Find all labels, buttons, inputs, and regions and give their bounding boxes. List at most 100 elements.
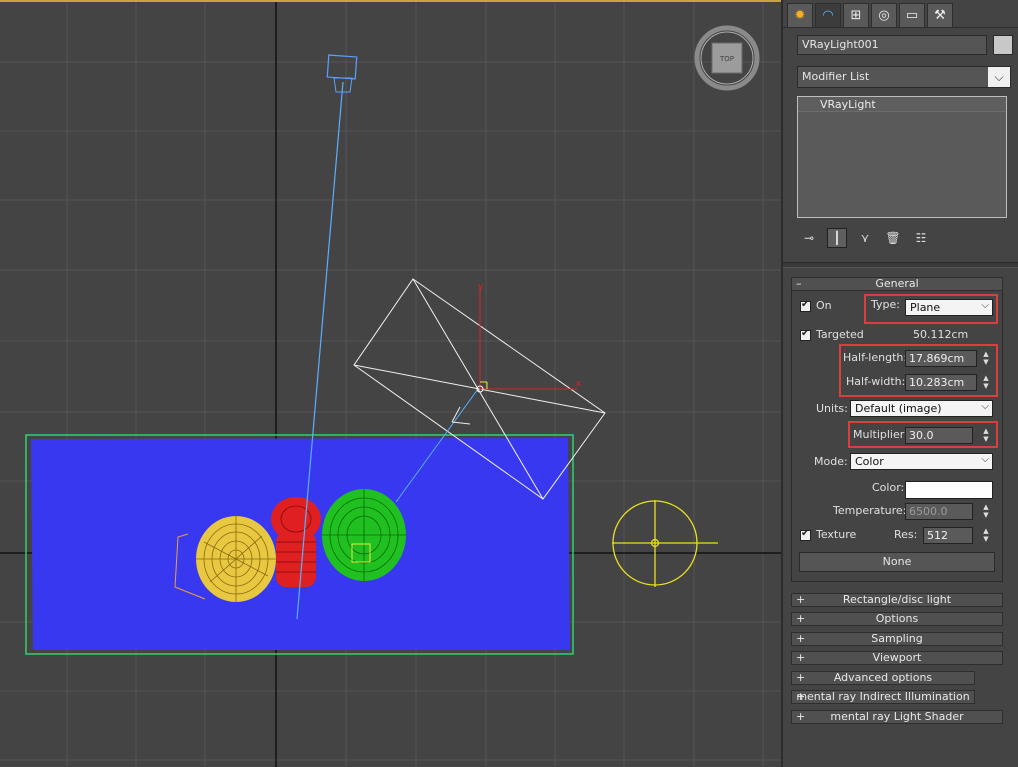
expand-sign: + (796, 671, 806, 684)
half-width-spin-arrows-icon[interactable]: ▲ ▼ (981, 374, 991, 391)
green-object[interactable] (322, 489, 406, 581)
half-width-label: Half-width: (846, 375, 906, 388)
rollout-mental-ray-indirect-illumination[interactable]: + mental ray Indirect Illumination (791, 690, 975, 704)
on-label: On (816, 299, 832, 312)
mode-value: Color (855, 455, 884, 468)
utilities-icon: ⚒ (934, 8, 946, 23)
viewcube[interactable]: TOP (694, 25, 760, 91)
multiplier-spin-arrows-icon[interactable]: ▲ ▼ (981, 427, 991, 444)
rollout-title: Rectangle/disc light (842, 593, 952, 606)
targeted-checkbox[interactable] (800, 328, 811, 341)
type-value: Plane (910, 301, 941, 314)
modifier-stack[interactable]: VRayLight (797, 96, 1007, 218)
rollout-title: Advanced options (833, 671, 933, 684)
light-color-swatch[interactable] (905, 481, 993, 499)
rollout-rectangle-disc-light[interactable]: + Rectangle/disc light (791, 593, 1003, 607)
texture-label: Texture (816, 528, 857, 541)
chevron-down-icon: ⌵ (981, 300, 989, 311)
rollout-title: mental ray Indirect Illumination (796, 690, 970, 703)
expand-sign: + (796, 612, 806, 625)
mode-dropdown[interactable]: Color ⌵ (850, 453, 993, 470)
chevron-down-icon: ⌵ (981, 454, 989, 465)
rollout-advanced-options[interactable]: + Advanced options (791, 671, 975, 685)
texture-map-button[interactable]: None (799, 552, 995, 572)
configure-modifier-sets-icon[interactable]: ☷ (911, 228, 931, 248)
remove-modifier-icon[interactable]: 🗑 (883, 228, 903, 248)
units-value: Default (image) (855, 402, 942, 415)
half-length-label: Half-length: (843, 351, 908, 364)
units-label: Units: (816, 402, 848, 415)
tab-create[interactable]: ✹ (787, 3, 813, 27)
red-object[interactable] (271, 497, 321, 587)
res-spinner[interactable]: 512 (923, 527, 973, 544)
rollout-mental-ray-light-shader[interactable]: + mental ray Light Shader (791, 710, 1003, 724)
tab-hierarchy[interactable]: ⊞ (843, 3, 869, 27)
object-color-swatch[interactable] (993, 35, 1013, 55)
temperature-spinner[interactable]: 6500.0 (905, 503, 973, 520)
units-dropdown[interactable]: Default (image) ⌵ (850, 400, 993, 417)
temperature-spin-arrows-icon[interactable]: ▲ ▼ (981, 503, 991, 520)
expand-sign: + (796, 710, 806, 723)
type-dropdown[interactable]: Plane ⌵ (905, 299, 993, 316)
modifier-list-dropdown[interactable]: Modifier List ⌵ (797, 66, 1011, 88)
targeted-label: Targeted (816, 328, 864, 341)
tab-divider (783, 27, 1018, 28)
expand-sign: + (796, 632, 806, 645)
targeted-distance: 50.112cm (913, 328, 969, 341)
gizmo-x-label: x (576, 379, 582, 389)
make-unique-icon[interactable]: ⋎ (855, 228, 875, 248)
chevron-down-icon: ⌵ (981, 401, 989, 412)
half-length-spin-arrows-icon[interactable]: ▲ ▼ (981, 350, 991, 367)
modifier-list-label: Modifier List (802, 70, 870, 83)
expand-sign: + (796, 593, 806, 606)
rollout-title: Sampling (871, 632, 923, 645)
stack-toolbar: ⊸ ┃ ⋎ 🗑 ☷ (799, 228, 931, 248)
object-name-field[interactable]: VRayLight001 (797, 35, 987, 55)
hierarchy-icon: ⊞ (850, 8, 862, 23)
show-end-result-icon[interactable]: ┃ (827, 228, 847, 248)
tab-modify[interactable]: ◠ (815, 3, 841, 27)
res-spin-arrows-icon[interactable]: ▲ ▼ (981, 527, 991, 544)
half-length-spinner[interactable]: 17.869cm (905, 350, 977, 367)
collapse-sign: – (796, 277, 802, 290)
expand-sign: + (796, 690, 806, 703)
general-rollout-title: General (875, 277, 919, 290)
on-checkbox[interactable] (800, 299, 811, 312)
tab-display[interactable]: ▭ (899, 3, 925, 27)
general-rollout-header[interactable]: – General (791, 277, 1003, 291)
rollout-title: mental ray Light Shader (830, 710, 964, 723)
viewport-world-axes (0, 2, 781, 767)
chevron-down-icon: ⌵ (988, 67, 1010, 87)
motion-icon: ◎ (878, 8, 890, 23)
light-target-helper[interactable] (612, 500, 718, 587)
rollout-title: Viewport (872, 651, 922, 664)
color-label: Color: (872, 481, 905, 494)
multiplier-label: Multiplier: (853, 428, 908, 441)
transform-gizmo[interactable]: y x (476, 282, 582, 393)
command-panel: ✹ ◠ ⊞ ◎ ▭ ⚒ VRayLight001 Modifier List ⌵… (781, 0, 1018, 767)
half-width-spinner[interactable]: 10.283cm (905, 374, 977, 391)
gizmo-y-label: y (478, 282, 484, 292)
command-panel-tabs: ✹ ◠ ⊞ ◎ ▭ ⚒ (787, 3, 953, 27)
texture-checkbox[interactable] (800, 528, 811, 541)
stack-item-vraylight[interactable]: VRayLight (798, 97, 1006, 112)
type-label: Type: (871, 298, 900, 311)
top-viewport[interactable]: y x TOP (0, 0, 781, 767)
mode-label: Mode: (814, 455, 848, 468)
rollout-viewport[interactable]: + Viewport (791, 651, 1003, 665)
display-icon: ▭ (905, 8, 919, 23)
viewport-canvas[interactable]: y x TOP (0, 2, 781, 767)
create-icon: ✹ (794, 8, 806, 23)
rollout-options[interactable]: + Options (791, 612, 1003, 626)
temperature-label: Temperature: (833, 504, 907, 517)
viewport-grid (0, 2, 781, 767)
res-label: Res: (894, 528, 918, 541)
multiplier-spinner[interactable]: 30.0 (905, 427, 973, 444)
modify-icon: ◠ (822, 8, 834, 23)
rollout-title: Options (875, 612, 919, 625)
tab-utilities[interactable]: ⚒ (927, 3, 953, 27)
expand-sign: + (796, 651, 806, 664)
tab-motion[interactable]: ◎ (871, 3, 897, 27)
pin-stack-icon[interactable]: ⊸ (799, 228, 819, 248)
rollout-sampling[interactable]: + Sampling (791, 632, 1003, 646)
